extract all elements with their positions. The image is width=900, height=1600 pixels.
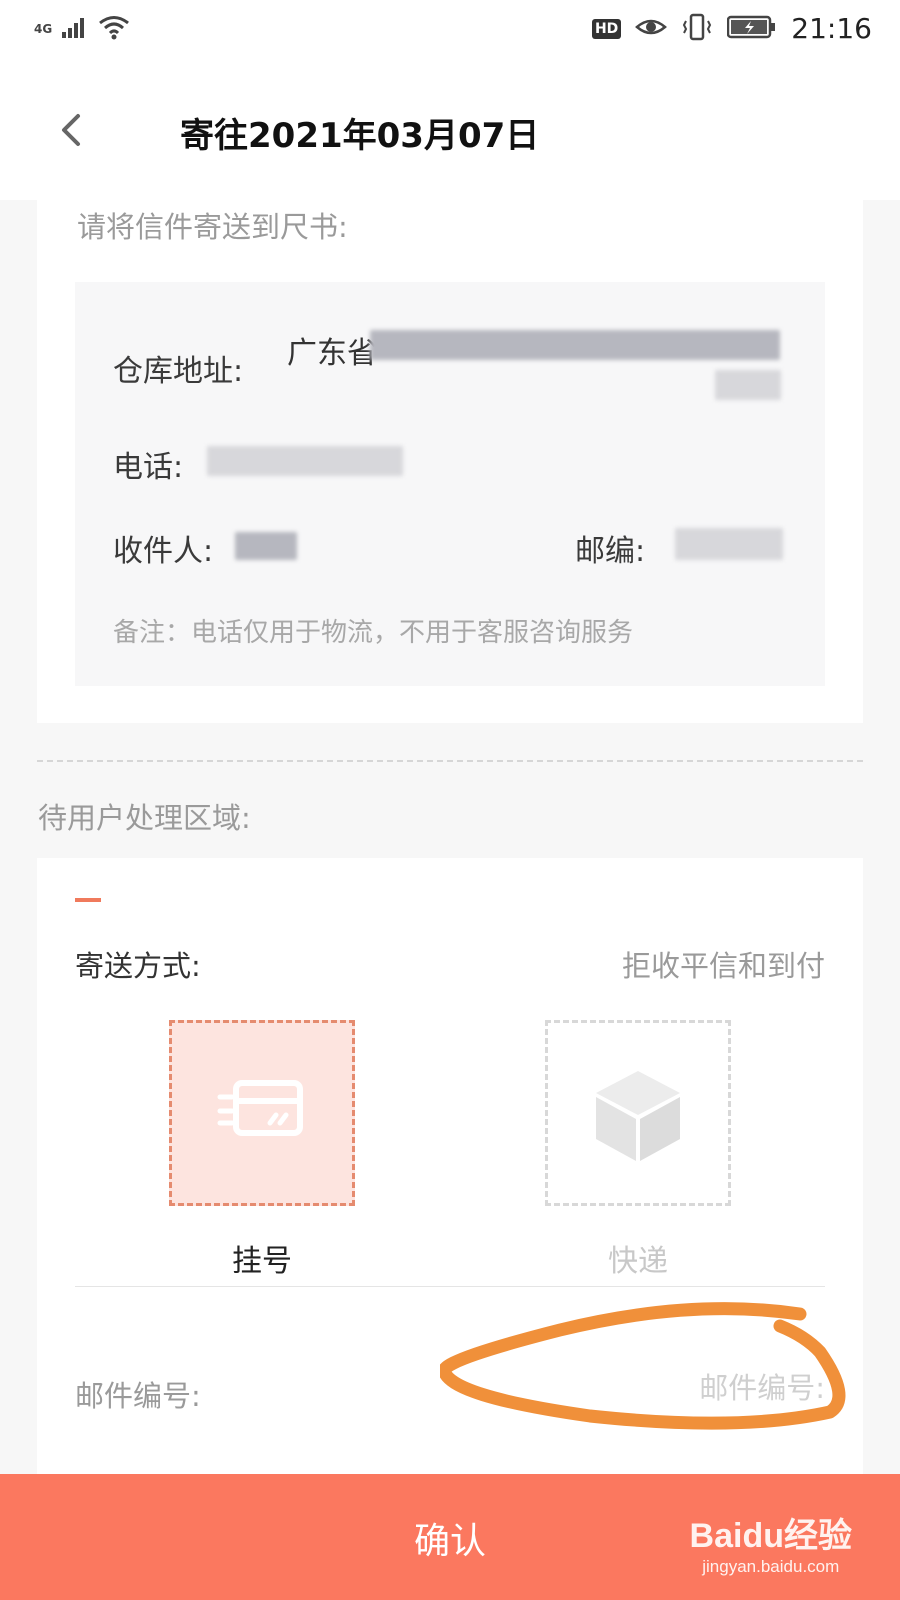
option-registered-mail[interactable] [169, 1020, 355, 1206]
pending-area-label: 待用户处理区域: [38, 801, 251, 835]
top-header: 寄往2021年03月07日 [0, 60, 900, 200]
clock: 21:16 [791, 12, 872, 45]
option-express-label[interactable]: 快递 [545, 1236, 731, 1280]
status-right: HD 21:16 [591, 12, 872, 45]
chevron-left-icon [54, 114, 90, 154]
signal-icon [62, 16, 88, 42]
accent-dash [75, 898, 101, 902]
watermark-brand: Baidu经验 [689, 1517, 852, 1555]
option-express[interactable] [545, 1020, 731, 1206]
network-type: 4G [34, 22, 53, 36]
redacted-address-line2 [715, 370, 781, 400]
redacted-address-line1 [370, 330, 780, 360]
address-box: 仓库地址: 广东省 电话: 收件人: 邮编: 备注：电话仅用于物流，不用于客服咨… [75, 282, 825, 686]
warehouse-address-label: 仓库地址: [113, 354, 244, 389]
dashed-divider [37, 760, 863, 762]
wifi-icon [98, 14, 130, 44]
confirm-button[interactable]: 确认 Baidu经验 jingyan.baidu.com [0, 1474, 900, 1600]
mail-number-label: 邮件编号: [75, 1379, 201, 1413]
redacted-postcode [675, 528, 783, 560]
shipping-restriction-note: 拒收平信和到付 [621, 949, 825, 983]
option-registered-mail-label[interactable]: 挂号 [169, 1236, 355, 1280]
page-title: 寄往2021年03月07日 [180, 116, 540, 156]
annotation-circle [440, 1302, 846, 1430]
separator [75, 1286, 825, 1287]
redacted-phone [207, 446, 403, 476]
send-to-hint: 请将信件寄送到尺书: [77, 210, 348, 244]
shipping-method-label: 寄送方式: [75, 949, 201, 983]
hd-badge: HD [591, 18, 622, 39]
battery-icon [727, 15, 777, 43]
vibrate-icon [681, 13, 713, 45]
phone-usage-note: 备注：电话仅用于物流，不用于客服咨询服务 [113, 618, 634, 648]
redacted-recipient [235, 532, 297, 560]
back-button[interactable] [54, 110, 90, 150]
address-card: 请将信件寄送到尺书: 仓库地址: 广东省 电话: 收件人: 邮编: 备注：电话仅… [37, 200, 863, 723]
eye-icon [635, 15, 668, 43]
postcode-label: 邮编: [575, 534, 646, 569]
watermark-url: jingyan.baidu.com [702, 1557, 840, 1576]
warehouse-address-value[interactable]: 广东省 [287, 328, 377, 372]
baidu-watermark: Baidu经验 jingyan.baidu.com [690, 1508, 852, 1577]
warehouse-address-text: 广东省 [287, 336, 377, 371]
phone-label: 电话: [113, 450, 184, 485]
recipient-label: 收件人: [113, 534, 214, 569]
status-left: 4G [34, 14, 130, 44]
status-bar: 4G HD 21:16 [0, 0, 900, 60]
